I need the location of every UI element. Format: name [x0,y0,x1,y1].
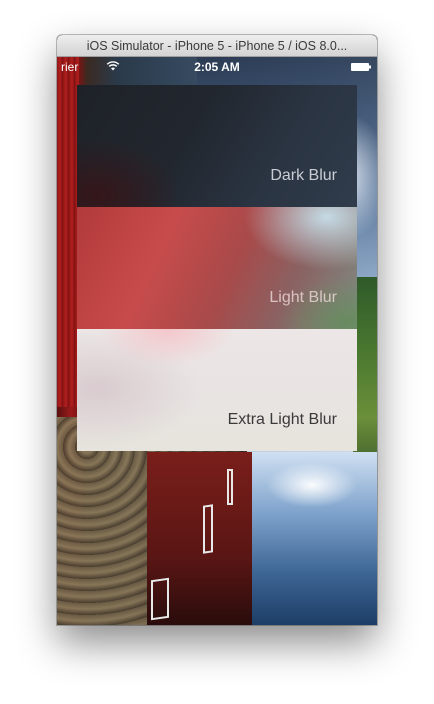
dark-blur-panel: Dark Blur [77,85,357,207]
status-time: 2:05 AM [194,60,240,74]
device-screen: rier 2:05 AM Dark Blur Light Blur Extra … [57,57,377,625]
light-blur-label: Light Blur [269,289,337,306]
background-window-reflection [151,577,169,621]
extra-light-blur-label: Extra Light Blur [227,411,337,428]
light-blur-panel: Light Blur [77,207,357,329]
extra-light-blur-panel: Extra Light Blur [77,329,357,451]
dark-blur-label: Dark Blur [270,167,337,184]
window-titlebar[interactable]: iOS Simulator - iPhone 5 - iPhone 5 / iO… [57,35,377,57]
background-window-reflection [203,504,213,554]
background-water-cloud-reflection [252,457,372,517]
background-window-reflection [227,469,233,505]
simulator-window: iOS Simulator - iPhone 5 - iPhone 5 / iO… [57,35,377,625]
battery-icon [351,63,371,71]
status-bar: rier 2:05 AM [57,57,377,77]
window-title: iOS Simulator - iPhone 5 - iPhone 5 / iO… [86,39,348,53]
background-barn-wall [57,57,79,407]
